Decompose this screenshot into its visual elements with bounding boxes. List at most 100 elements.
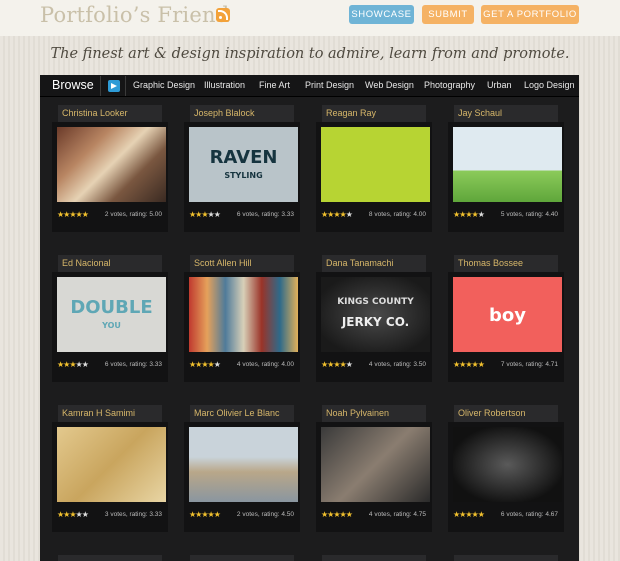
card-body: ★★★★★ 6 votes, rating: 4.67 [448, 422, 564, 532]
card-body: ★★★★★ 2 votes, rating: 5.00 [52, 122, 168, 232]
portfolio-card[interactable]: Scott Allen Hill ★★★★★ 4 votes, rating: 4.… [172, 255, 300, 392]
card-thumbnail[interactable]: boy [453, 277, 562, 352]
arrow-right-icon [108, 80, 120, 92]
portfolio-card[interactable]: Reagan Ray ★★★★★ 8 votes, rating: 4.00 [304, 105, 432, 242]
nav-item-graphic-design[interactable]: Graphic Design [133, 80, 195, 90]
star-icon: ★ [477, 510, 485, 519]
browse-label: Browse [52, 78, 94, 92]
portfolio-card[interactable]: Kamran H Samimi ★★★★★ 3 votes, rating: 3.3… [40, 405, 168, 542]
card-thumbnail[interactable]: DOUBLE YOU [57, 277, 166, 352]
site-logo[interactable]: Portfolio’s Friend [40, 3, 229, 27]
portfolio-card-partial[interactable] [304, 555, 426, 561]
nav-item-logo-design[interactable]: Logo Design [524, 80, 575, 90]
nav-arrow-button[interactable] [100, 76, 126, 96]
card-thumbnail[interactable]: KINGS COUNTY JERKY CO. [321, 277, 430, 352]
votes-rating-text: 6 votes, rating: 3.33 [104, 361, 162, 368]
thumbnail-subtitle: YOU [102, 321, 121, 330]
star-icon: ★ [213, 360, 221, 369]
votes-rating-text: 7 votes, rating: 4.71 [500, 361, 558, 368]
nav-item-urban[interactable]: Urban [487, 80, 512, 90]
thumbnail-title: KINGS COUNTY [337, 297, 414, 307]
card-body: RAVEN STYLING ★★★★★ 6 votes, rating: 3.33 [184, 122, 300, 232]
votes-rating-text: 6 votes, rating: 4.67 [500, 511, 558, 518]
card-author-name[interactable]: Kamran H Samimi [58, 405, 162, 422]
card-body: DOUBLE YOU ★★★★★ 6 votes, rating: 3.33 [52, 272, 168, 382]
card-thumbnail[interactable] [453, 427, 562, 502]
rating-stars: ★★★★★ [321, 360, 353, 369]
portfolio-card[interactable]: Oliver Robertson ★★★★★ 6 votes, rating: 4.… [436, 405, 564, 542]
portfolio-card-partial[interactable] [40, 555, 162, 561]
portfolio-card-partial[interactable] [436, 555, 558, 561]
tagline: The finest art & design inspiration to a… [50, 46, 570, 62]
thumbnail-subtitle: STYLING [224, 171, 263, 180]
card-thumbnail[interactable]: RAVEN STYLING [189, 127, 298, 202]
votes-rating-text: 2 votes, rating: 5.00 [104, 211, 162, 218]
portfolio-card[interactable]: Christina Looker ★★★★★ 2 votes, rating: 5.… [40, 105, 168, 242]
category-nav: Browse Graphic Design Illustration Fine … [40, 75, 579, 97]
card-author-name[interactable]: Noah Pylvainen [322, 405, 426, 422]
card-body: ★★★★★ 4 votes, rating: 4.75 [316, 422, 432, 532]
card-author-name[interactable]: Thomas Bossee [454, 255, 558, 272]
rating-stars: ★★★★★ [57, 210, 89, 219]
showcase-button[interactable]: SHOWCASE [349, 5, 414, 24]
card-thumbnail[interactable] [57, 127, 166, 202]
card-author-name[interactable]: Jay Schaul [454, 105, 558, 122]
card-author-name [190, 555, 294, 561]
card-thumbnail[interactable] [321, 427, 430, 502]
thumbnail-title: RAVEN [209, 147, 278, 168]
rss-icon[interactable] [216, 8, 230, 22]
star-icon: ★ [81, 510, 89, 519]
portfolio-card[interactable]: Dana Tanamachi KINGS COUNTY JERKY CO. ★★★★★… [304, 255, 432, 392]
votes-rating-text: 6 votes, rating: 3.33 [236, 211, 294, 218]
rating-stars: ★★★★★ [189, 510, 221, 519]
card-author-name[interactable]: Marc Olivier Le Blanc [190, 405, 294, 422]
card-thumbnail[interactable] [453, 127, 562, 202]
card-body: boy ★★★★★ 7 votes, rating: 4.71 [448, 272, 564, 382]
get-a-portfolio-button[interactable]: GET A PORTFOLIO [481, 5, 579, 24]
votes-rating-text: 4 votes, rating: 3.50 [368, 361, 426, 368]
torn-edge [0, 30, 620, 40]
card-thumbnail[interactable] [189, 277, 298, 352]
card-body: ★★★★★ 8 votes, rating: 4.00 [316, 122, 432, 232]
nav-item-illustration[interactable]: Illustration [204, 80, 245, 90]
thumbnail-title: DOUBLE [70, 297, 153, 318]
submit-button[interactable]: SUBMIT [422, 5, 474, 24]
portfolio-card[interactable]: Thomas Bossee boy ★★★★★ 7 votes, rating: 4.… [436, 255, 564, 392]
portfolio-card[interactable]: Noah Pylvainen ★★★★★ 4 votes, rating: 4.75 [304, 405, 432, 542]
portfolio-card[interactable]: Jay Schaul ★★★★★ 5 votes, rating: 4.40 [436, 105, 564, 242]
rating-stars: ★★★★★ [57, 510, 89, 519]
card-author-name[interactable]: Joseph Blalock [190, 105, 294, 122]
card-body: ★★★★★ 5 votes, rating: 4.40 [448, 122, 564, 232]
card-author-name[interactable]: Scott Allen Hill [190, 255, 294, 272]
card-thumbnail[interactable] [189, 427, 298, 502]
votes-rating-text: 4 votes, rating: 4.00 [236, 361, 294, 368]
card-body: KINGS COUNTY JERKY CO. ★★★★★ 4 votes, ratin… [316, 272, 432, 382]
votes-rating-text: 2 votes, rating: 4.50 [236, 511, 294, 518]
card-author-name[interactable]: Dana Tanamachi [322, 255, 426, 272]
star-icon: ★ [477, 210, 485, 219]
card-thumbnail[interactable] [321, 127, 430, 202]
star-icon: ★ [81, 210, 89, 219]
nav-item-print-design[interactable]: Print Design [305, 80, 354, 90]
card-author-name[interactable]: Reagan Ray [322, 105, 426, 122]
nav-item-fine-art[interactable]: Fine Art [259, 80, 290, 90]
rating-stars: ★★★★★ [57, 360, 89, 369]
rating-stars: ★★★★★ [321, 510, 353, 519]
portfolio-card-partial[interactable] [172, 555, 294, 561]
rating-stars: ★★★★★ [453, 360, 485, 369]
votes-rating-text: 5 votes, rating: 4.40 [500, 211, 558, 218]
star-icon: ★ [345, 360, 353, 369]
portfolio-card[interactable]: Ed Nacional DOUBLE YOU ★★★★★ 6 votes, rating… [40, 255, 168, 392]
portfolio-card[interactable]: Marc Olivier Le Blanc ★★★★★ 2 votes, ratin… [172, 405, 300, 542]
card-author-name[interactable]: Oliver Robertson [454, 405, 558, 422]
card-author-name[interactable]: Ed Nacional [58, 255, 162, 272]
card-body: ★★★★★ 2 votes, rating: 4.50 [184, 422, 300, 532]
nav-item-photography[interactable]: Photography [424, 80, 475, 90]
nav-item-web-design[interactable]: Web Design [365, 80, 414, 90]
card-thumbnail[interactable] [57, 427, 166, 502]
card-author-name [454, 555, 558, 561]
card-author-name[interactable]: Christina Looker [58, 105, 162, 122]
portfolio-card[interactable]: Joseph Blalock RAVEN STYLING ★★★★★ 6 votes, … [172, 105, 300, 242]
card-author-name [322, 555, 426, 561]
star-icon: ★ [213, 210, 221, 219]
